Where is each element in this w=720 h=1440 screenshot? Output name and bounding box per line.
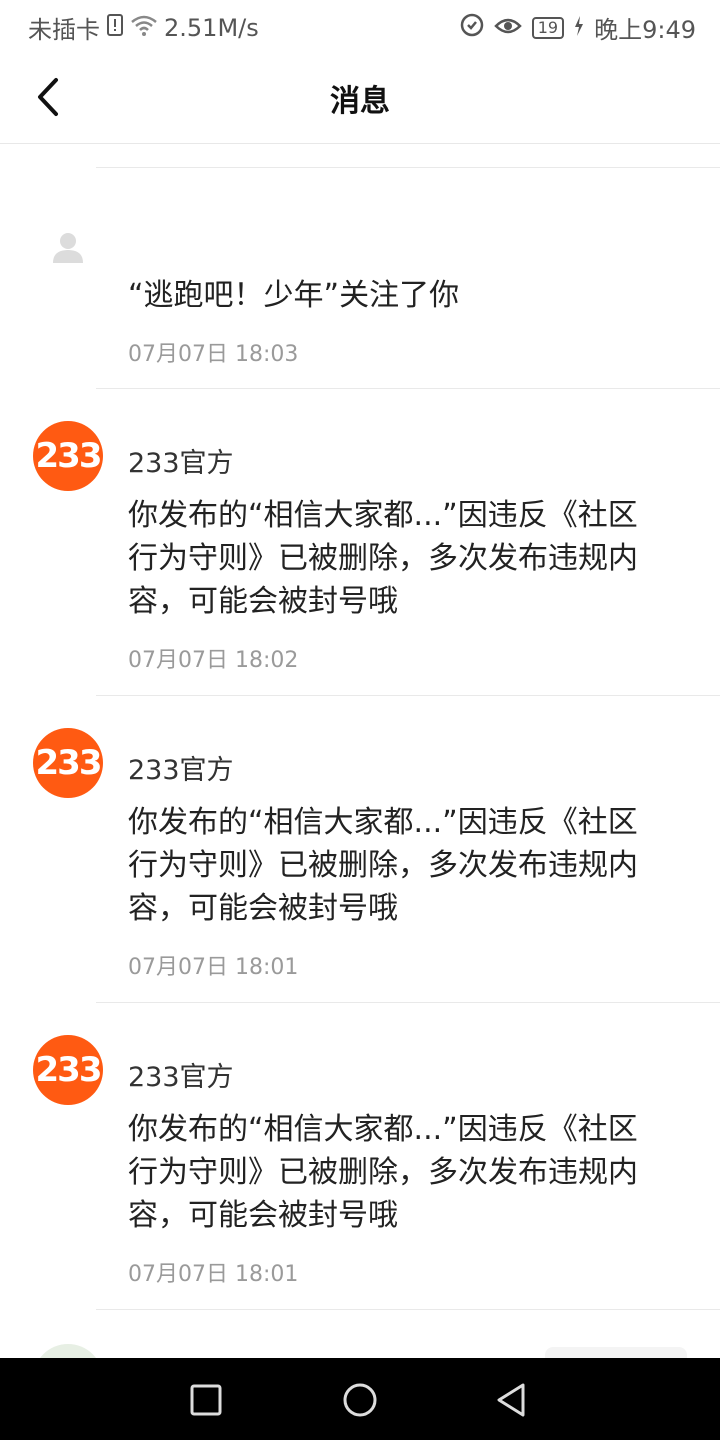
list-item[interactable]: 233 233官方 你发布的“相信大家都...”因违反《社区行为守则》已被删除，… [0, 696, 720, 1002]
clock-time: 晚上9:49 [594, 16, 696, 44]
sim-alert-icon [106, 13, 124, 42]
message-time: 07月07日 18:01 [128, 955, 299, 980]
back-nav-button[interactable] [492, 1380, 532, 1420]
message-text: 你发布的“相信大家都...”因违反《社区行为守则》已被删除，多次发布违规内容，可… [128, 805, 638, 926]
battery-indicator: 19 [531, 16, 565, 39]
sender-name: 233官方 [128, 755, 234, 786]
list-item[interactable]: 233 233官方 你发布的“相信大家都...”因违反《社区行为守则》已被删除，… [0, 1003, 720, 1309]
avatar-logo-text: 233 [35, 436, 103, 476]
carrier-text: 未插卡 [28, 16, 100, 44]
circle-icon [343, 1383, 377, 1417]
list-item[interactable]: “逃跑吧！少年”关注了你 07月07日 18:03 [0, 168, 720, 388]
avatar-logo-text: 233 [35, 1050, 103, 1090]
square-icon [190, 1384, 222, 1416]
brand-233-logo[interactable]: 233 [33, 728, 103, 798]
charging-icon [574, 14, 584, 42]
status-bar: 未插卡 2.51M/s 19 晚上9:49 [0, 0, 720, 50]
wifi-icon [130, 14, 158, 42]
eye-comfort-icon [493, 14, 522, 42]
message-time: 07月07日 18:03 [128, 342, 299, 367]
message-time: 07月07日 18:02 [128, 648, 299, 673]
avatar[interactable] [33, 1344, 103, 1358]
message-time: 07月07日 18:01 [128, 1262, 299, 1287]
status-right: 19 晚上9:49 [460, 10, 696, 45]
item-action-button[interactable] [545, 1347, 687, 1358]
system-nav-bar [0, 1358, 720, 1440]
sender-name: 233官方 [128, 448, 234, 479]
page-title: 消息 [330, 84, 390, 119]
list-item[interactable]: 233 233官方 你发布的“相信大家都...”因违反《社区行为守则》已被删除，… [0, 389, 720, 695]
network-speed: 2.51M/s [164, 13, 259, 42]
avatar-logo-text: 233 [35, 743, 103, 783]
message-list[interactable]: “逃跑吧！少年”关注了你 07月07日 18:03 233 233官方 你发布的… [0, 144, 720, 1358]
message-text: 你发布的“相信大家都...”因违反《社区行为守则》已被删除，多次发布违规内容，可… [128, 1112, 638, 1233]
default-user-icon [53, 233, 83, 263]
home-button[interactable] [340, 1380, 380, 1420]
message-text: 你发布的“相信大家都...”因违反《社区行为守则》已被删除，多次发布违规内容，可… [128, 498, 638, 619]
avatar[interactable] [33, 212, 103, 282]
app-header: 消息 [0, 50, 720, 144]
data-saver-icon [460, 13, 484, 43]
message-text: “逃跑吧！少年”关注了你 [128, 278, 460, 313]
status-left: 未插卡 2.51M/s [28, 10, 259, 45]
sender-name: 233官方 [128, 1062, 234, 1093]
brand-233-logo[interactable]: 233 [33, 1035, 103, 1105]
recents-button[interactable] [186, 1380, 226, 1420]
triangle-back-icon [497, 1383, 525, 1417]
brand-233-logo[interactable]: 233 [33, 421, 103, 491]
list-divider [96, 1309, 720, 1310]
